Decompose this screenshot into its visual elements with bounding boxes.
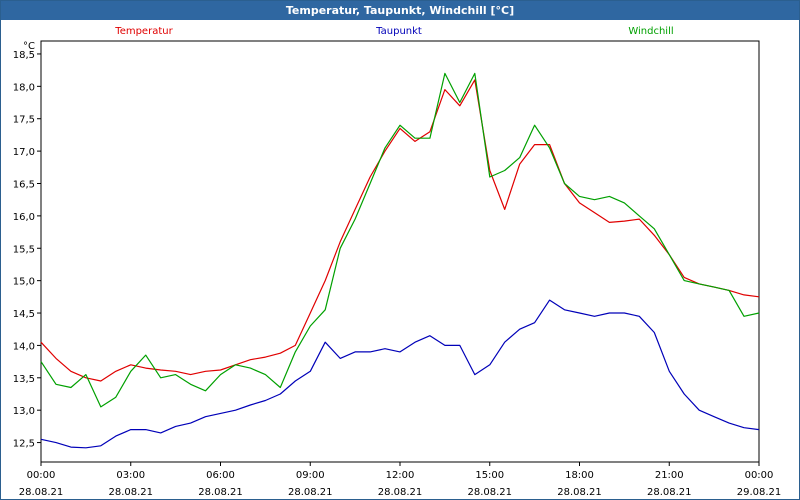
legend-layer: Temperatur Taupunkt Windchill <box>114 26 673 37</box>
y-axis-label: °C <box>23 41 35 52</box>
x-tick-label-time: 00:00 <box>745 470 774 481</box>
x-tick-label-time: 12:00 <box>386 470 415 481</box>
legend-label-windchill: Windchill <box>628 26 673 37</box>
axis-layer <box>37 40 760 466</box>
x-tick-label-time: 06:00 <box>206 470 235 481</box>
y-tick-label: 14,5 <box>13 309 35 320</box>
chart-window: Temperatur, Taupunkt, Windchill [°C] Tem… <box>0 0 800 500</box>
x-tick-label-time: 00:00 <box>27 470 56 481</box>
y-tick-label: 13,0 <box>13 406 35 417</box>
x-tick-label-date: 28.08.21 <box>647 487 692 498</box>
x-tick-label-date: 28.08.21 <box>288 487 333 498</box>
y-tick-label: 17,0 <box>13 147 35 158</box>
y-tick-label: 15,5 <box>13 244 35 255</box>
y-tick-label: 15,0 <box>13 277 35 288</box>
legend-label-temperatur: Temperatur <box>114 26 173 37</box>
line-chart: Temperatur Taupunkt Windchill 12,5 13,0 13,5… <box>13 26 782 498</box>
y-tick-label: 16,0 <box>13 212 35 223</box>
x-tick-label-date: 28.08.21 <box>557 487 602 498</box>
x-tick-label-date: 29.08.21 <box>737 487 782 498</box>
x-tick-label-time: 15:00 <box>475 470 504 481</box>
x-tick-label-time: 09:00 <box>296 470 325 481</box>
legend-label-taupunkt: Taupunkt <box>375 26 422 37</box>
x-tick-label-time: 03:00 <box>116 470 145 481</box>
x-tick-label-date: 28.08.21 <box>108 487 153 498</box>
y-tick-label: 17,5 <box>13 115 35 126</box>
y-tick-label: 16,5 <box>13 179 35 190</box>
x-tick-label-time: 21:00 <box>655 470 684 481</box>
y-tick-label: 14,0 <box>13 341 35 352</box>
x-tick-label-date: 28.08.21 <box>19 487 64 498</box>
y-tick-label: 12,5 <box>13 439 35 450</box>
plot-area <box>40 40 760 463</box>
x-tick-label-date: 28.08.21 <box>198 487 243 498</box>
x-tick-label-date: 28.08.21 <box>378 487 423 498</box>
x-tick-label-date: 28.08.21 <box>467 487 512 498</box>
y-tick-label: 18,0 <box>13 82 35 93</box>
x-tick-label-time: 18:00 <box>565 470 594 481</box>
y-tick-label: 13,5 <box>13 374 35 385</box>
